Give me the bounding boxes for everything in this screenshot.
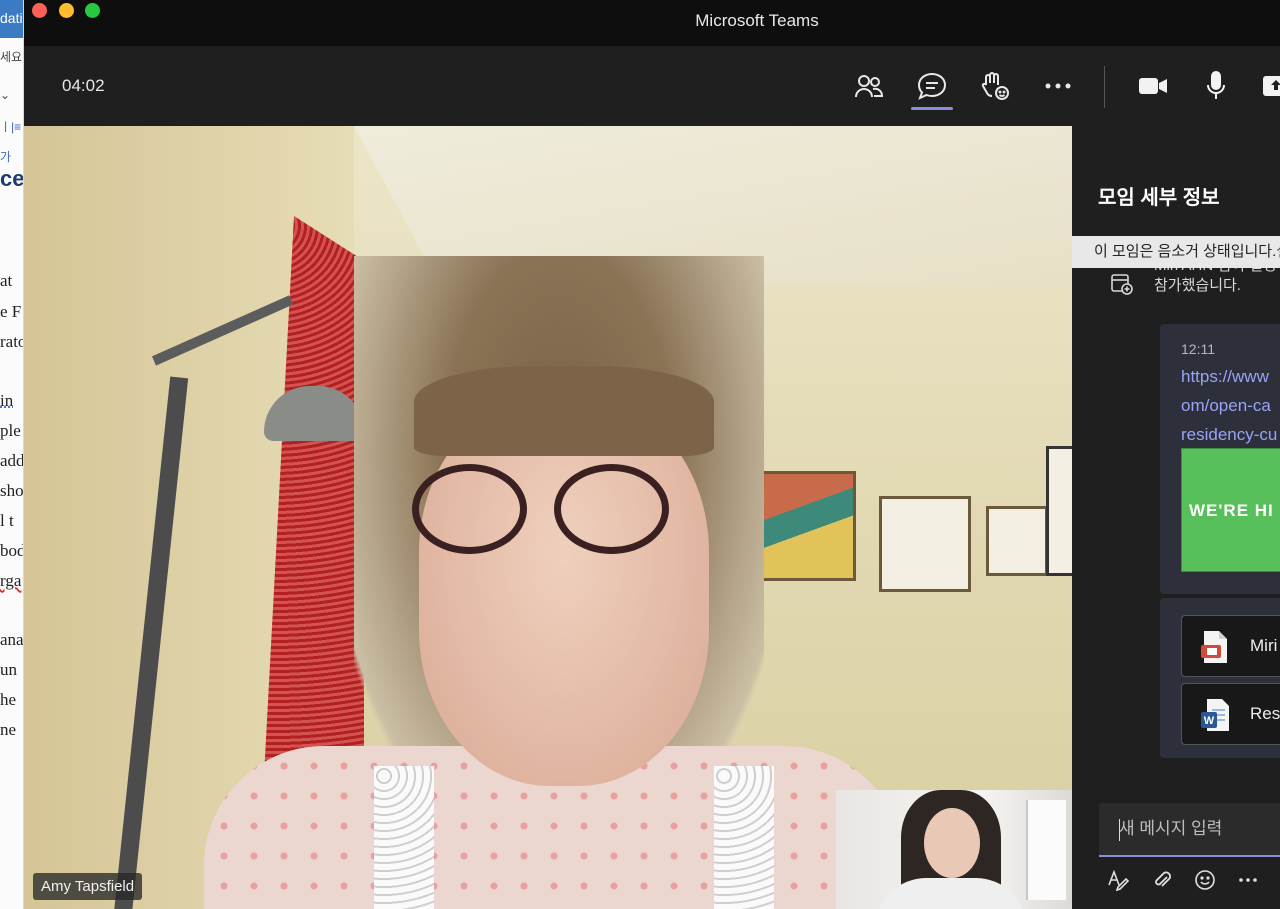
attach-button[interactable] [1151,868,1173,892]
bg-fragment: ple [0,421,21,440]
message-timestamp: 12:11 [1181,341,1215,357]
message-link-line[interactable]: residency-cu [1181,420,1277,449]
file-name: Miri [1250,636,1278,655]
wall-picture [986,506,1048,576]
bg-fragment: l t [0,511,14,530]
bg-fragment: ⌄ [0,88,11,102]
window-title: Microsoft Teams [695,11,819,30]
video-person-glasses [554,464,669,554]
file-attachment-pdf[interactable]: Miri [1181,615,1280,677]
bg-fragment: 세요 [0,50,23,64]
paperclip-icon [1155,871,1171,887]
panel-title: 모임 세부 정보 [1098,187,1220,209]
screen: dati 세요 ⌄ ㅣ|≡ 가 ce at e F rato in ple ad… [0,0,1280,909]
emoji-button[interactable] [1194,868,1216,892]
bg-fragment: at [0,271,13,290]
share-button[interactable] [1256,68,1280,104]
meeting-timer: 04:02 [62,76,105,95]
self-view-body [876,878,1026,909]
message-link-line[interactable]: https://www [1181,362,1277,391]
meeting-toolbar: 04:02 [24,46,1280,126]
bg-fragment: 가 [0,150,12,164]
video-person-lace [714,766,774,909]
message-link-line[interactable]: om/open-ca [1181,391,1277,420]
toolbar-separator [1104,66,1105,108]
self-view-window [1026,800,1066,900]
bg-fragment: rato [0,332,24,351]
muted-meeting-banner: 이 모임은 음소거 상태입니다.설 [1072,236,1280,268]
microphone-button[interactable] [1196,68,1236,104]
bg-fragment: dati [0,10,23,26]
muted-banner-text: 이 모임은 음소거 상태입니다. [1094,243,1277,260]
file-name: Res [1250,704,1280,723]
self-view-face [924,808,980,878]
link-preview-card[interactable]: WE'RE HI [1181,448,1280,572]
meeting-chat-panel: 모임 세부 정보 Miri AHN 님이 설정 참가했습니다. 이 모임은 음소… [1072,126,1280,909]
self-view-video[interactable] [836,790,1072,909]
more-compose-options-button[interactable] [1237,868,1259,892]
chat-icon [917,72,947,100]
camera-button[interactable] [1133,68,1173,104]
bg-fragment: ne [0,720,17,739]
bg-fragment: he [0,690,17,709]
composer-toolbar [1108,868,1259,892]
word-file-icon: W [1201,699,1229,731]
wall-picture [754,471,856,581]
more-options-icon [1239,878,1257,882]
video-person-glasses [412,464,527,554]
format-button[interactable] [1108,868,1130,892]
video-person-lace [374,766,434,909]
raise-hand-button[interactable] [975,68,1015,104]
calendar-add-icon [1111,274,1133,295]
background-document-window[interactable]: dati 세요 ⌄ ㅣ|≡ 가 ce at e F rato in ple ad… [0,0,24,909]
video-person-bangs [414,366,714,456]
bg-fragment: ce [0,166,24,191]
camera-icon [1139,78,1167,94]
share-icon [1263,76,1280,96]
muted-banner-link[interactable]: 설 [1276,243,1280,260]
participant-name-tag: Amy Tapsfield [33,873,143,900]
file-attachments-message: Miri W Res [1160,598,1280,758]
wall-picture [879,496,971,592]
bg-fragment: bod [0,541,24,560]
link-preview-text: WE'RE HI [1189,501,1274,520]
participants-icon [855,75,884,98]
message-link[interactable]: https://www om/open-ca residency-cu [1181,362,1277,449]
text-caret [1119,819,1120,841]
bg-fragment: ㅣ|≡ [0,120,22,134]
format-text-icon [1108,869,1130,891]
svg-text:W: W [1204,715,1215,727]
bg-fragment: e F [0,302,22,321]
message-composer[interactable] [1099,803,1280,857]
bg-fragment: un [0,660,17,679]
more-options-icon [1045,83,1071,89]
file-attachment-word[interactable]: W Res [1181,683,1280,745]
emoji-icon [1195,870,1215,890]
chat-button[interactable] [911,68,953,110]
new-message-input[interactable] [1099,803,1280,855]
bg-fragment: add [0,451,24,470]
title-bar: Microsoft Teams [24,0,1280,46]
more-options-button[interactable] [1038,68,1078,104]
microphone-icon [1207,71,1225,99]
bg-fragment: ana [0,630,24,649]
participant-video-amy-tapsfield[interactable] [24,126,1072,909]
bg-fragment: sho [0,481,24,500]
teams-window: Microsoft Teams 04:02 Amy Tapsfield 모임 세… [24,0,1280,909]
participants-button[interactable] [849,68,889,104]
wall-picture [1046,446,1072,576]
system-message-line: 참가했습니다. [1154,277,1241,294]
chat-message: 12:11 https://www om/open-ca residency-c… [1160,324,1280,594]
raise-hand-icon [981,72,1009,100]
bg-fragment: in [0,391,14,410]
bg-fragment: rga [0,571,22,590]
pdf-file-icon [1201,631,1227,663]
